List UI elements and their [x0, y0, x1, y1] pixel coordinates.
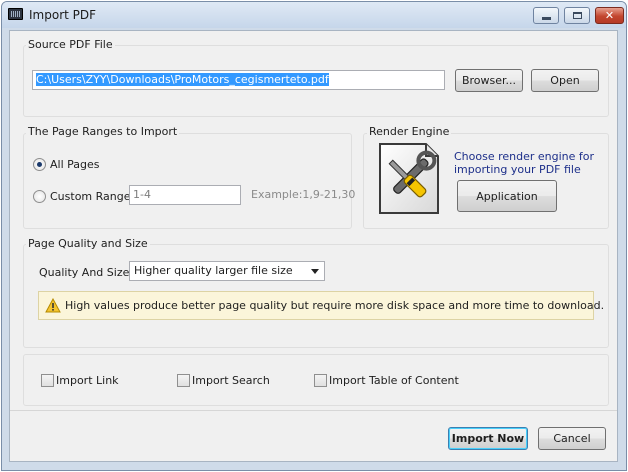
file-path-input[interactable]: C:\Users\ZYY\Downloads\ProMotors_cegisme… — [32, 70, 445, 90]
render-engine-description-line1: Choose render engine for — [454, 150, 595, 163]
render-engine-title: Render Engine — [367, 125, 452, 138]
import-toc-checkbox[interactable] — [314, 374, 327, 387]
dropdown-arrow-icon — [311, 269, 319, 274]
page-ranges-group — [23, 133, 352, 229]
footer-divider — [10, 410, 617, 411]
import-search-label: Import Search — [192, 374, 270, 387]
maximize-icon — [572, 12, 582, 19]
browse-button[interactable]: Browser... — [455, 69, 523, 92]
import-link-checkbox[interactable] — [41, 374, 54, 387]
custom-range-radio[interactable] — [33, 190, 46, 203]
custom-range-input[interactable]: 1-4 — [129, 185, 241, 205]
import-now-button[interactable]: Import Now — [448, 427, 528, 450]
minimize-icon — [541, 17, 551, 20]
maximize-button[interactable] — [564, 7, 590, 24]
file-path-value: C:\Users\ZYY\Downloads\ProMotors_cegisme… — [36, 73, 329, 86]
custom-range-label: Custom Range — [50, 190, 131, 203]
cancel-button[interactable]: Cancel — [538, 427, 606, 450]
source-group-title: Source PDF File — [26, 38, 115, 51]
warning-text: High values produce better page quality … — [65, 299, 605, 312]
quality-size-value: Higher quality larger file size — [134, 264, 293, 277]
all-pages-radio[interactable] — [33, 158, 46, 171]
open-button[interactable]: Open — [531, 69, 599, 92]
dialog-body: Source PDF File C:\Users\ZYY\Downloads\P… — [9, 30, 618, 462]
render-engine-description: Choose render engine for importing your … — [454, 150, 594, 176]
close-button[interactable]: ✕ — [595, 7, 624, 24]
application-button[interactable]: Application — [457, 180, 557, 212]
minimize-button[interactable] — [533, 7, 559, 24]
warning-icon — [45, 297, 61, 313]
app-icon — [8, 8, 23, 20]
page-quality-title: Page Quality and Size — [26, 237, 150, 250]
quality-size-label: Quality And Size: — [39, 266, 134, 279]
import-search-checkbox[interactable] — [177, 374, 190, 387]
quality-size-select[interactable]: Higher quality larger file size — [129, 261, 325, 281]
import-pdf-dialog: Import PDF ✕ Source PDF File C:\Users\ZY… — [1, 1, 627, 471]
import-link-label: Import Link — [56, 374, 119, 387]
close-icon: ✕ — [604, 9, 615, 22]
import-toc-label: Import Table of Content — [329, 374, 459, 387]
title-bar: Import PDF ✕ — [2, 2, 626, 28]
range-example-text: Example:1,9-21,30 — [251, 188, 356, 201]
all-pages-label: All Pages — [50, 158, 100, 171]
tools-icon — [374, 141, 442, 216]
page-ranges-title: The Page Ranges to Import — [26, 125, 180, 138]
window-title: Import PDF — [29, 8, 97, 22]
render-engine-description-line2: importing your PDF file — [454, 163, 581, 176]
